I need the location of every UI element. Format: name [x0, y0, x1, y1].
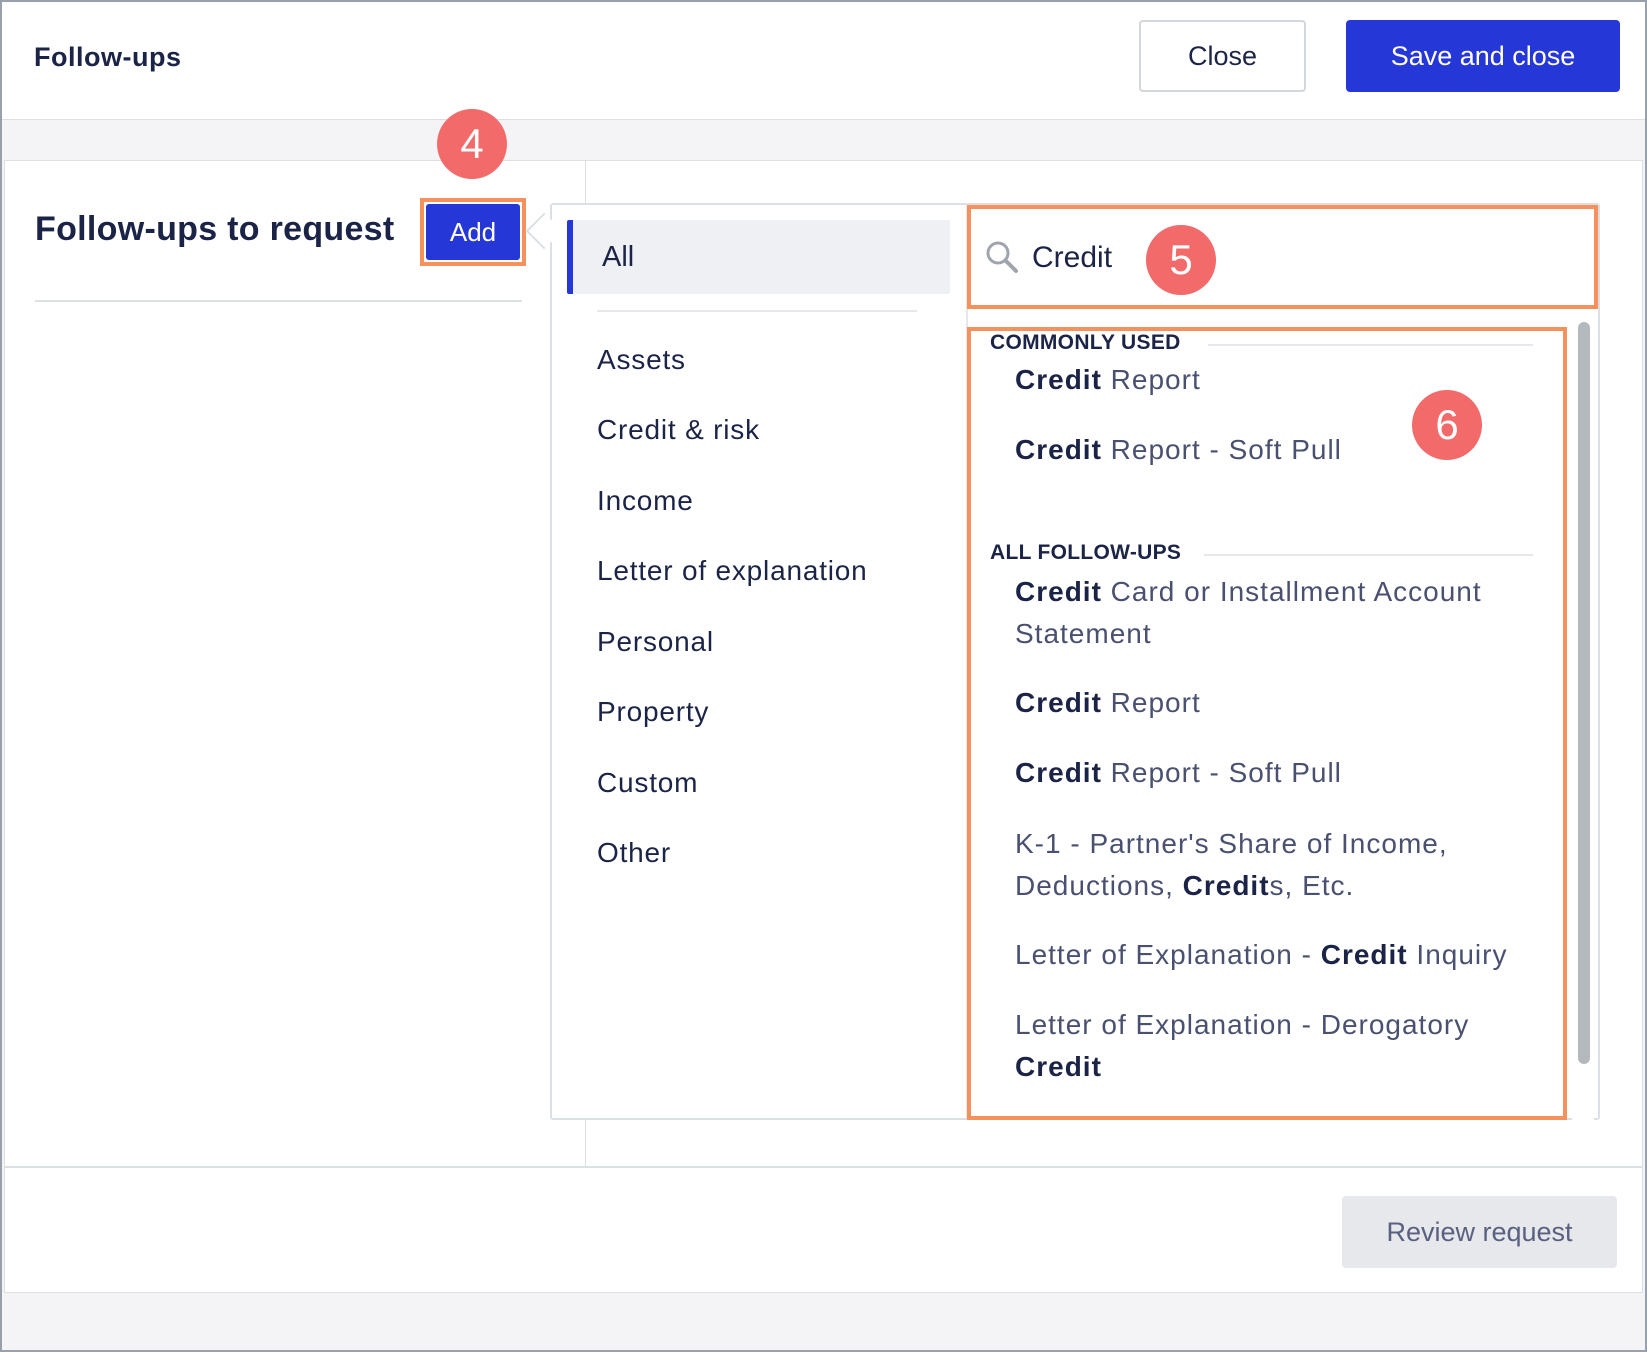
review-request-button[interactable]: Review request [1342, 1196, 1617, 1268]
category-property[interactable]: Property [597, 696, 709, 728]
category-divider [597, 310, 917, 312]
step-badge-5: 5 [1146, 225, 1216, 295]
category-personal[interactable]: Personal [597, 626, 714, 658]
footer-divider [4, 1166, 1643, 1168]
category-label: All [602, 240, 635, 273]
category-custom[interactable]: Custom [597, 767, 698, 799]
close-button[interactable]: Close [1139, 20, 1306, 92]
results-highlight [967, 327, 1567, 1120]
category-assets[interactable]: Assets [597, 344, 686, 376]
category-other[interactable]: Other [597, 837, 671, 869]
save-and-close-button[interactable]: Save and close [1346, 20, 1620, 92]
category-credit-risk[interactable]: Credit & risk [597, 414, 760, 446]
search-icon [986, 241, 1018, 273]
category-income[interactable]: Income [597, 485, 694, 517]
results-scrollbar-thumb[interactable] [1578, 322, 1590, 1064]
section-title: Follow-ups to request [35, 210, 395, 248]
step-badge-4: 4 [437, 109, 507, 179]
section-divider [35, 300, 522, 302]
category-all[interactable]: All [567, 220, 950, 294]
category-letter-of-explanation[interactable]: Letter of explanation [597, 555, 868, 587]
add-button[interactable]: Add [426, 204, 520, 260]
step-badge-6: 6 [1412, 390, 1482, 460]
page-title: Follow-ups [34, 42, 182, 72]
